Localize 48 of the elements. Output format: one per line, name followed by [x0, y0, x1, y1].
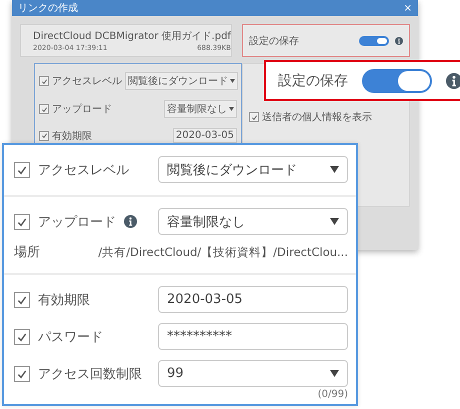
dialog-title: リンクの作成 [18, 2, 78, 15]
checkmark-icon [40, 132, 48, 139]
setting-label: アクセスレベル [52, 75, 122, 88]
checkbox[interactable] [249, 112, 259, 122]
setting-label: アクセスレベル [38, 162, 129, 178]
setting-label: アップロード [52, 102, 112, 116]
checkbox[interactable] [14, 328, 30, 344]
caret-icon [229, 107, 234, 111]
info-icon[interactable] [446, 72, 460, 88]
checkbox[interactable] [39, 104, 49, 114]
checkmark-icon [250, 114, 258, 120]
location-path: /共有/DirectCloud/【技術資料】/DirectClou... [98, 244, 348, 260]
setting-label: アクセス回数制限 [38, 366, 142, 382]
location-label: 場所 [14, 244, 40, 261]
file-name: DirectCloud DCBMigrator 使用ガイド.pdf [33, 30, 231, 43]
setting-label: アップロード [38, 214, 116, 230]
counter: (0/99) [318, 389, 348, 400]
checkmark-icon [40, 106, 48, 112]
save-settings-label: 設定の保存 [278, 72, 348, 90]
toggle-switch[interactable] [362, 68, 432, 92]
input-field[interactable]: 2020-03-05 [158, 286, 348, 313]
info-icon[interactable] [395, 36, 403, 44]
checkbox[interactable] [39, 130, 49, 140]
caret-icon [230, 79, 235, 83]
checkbox[interactable] [14, 162, 30, 178]
caret-icon [330, 218, 339, 225]
checkbox[interactable] [39, 76, 49, 86]
caret-icon [330, 370, 339, 377]
toggle-switch[interactable] [359, 36, 389, 46]
input-field[interactable]: 2020-03-05 [172, 128, 237, 143]
setting-label: パスワード [38, 328, 103, 346]
caret-icon [330, 166, 339, 173]
select-field[interactable]: 閲覧後にダウンロード [158, 156, 348, 183]
checkmark-icon [40, 78, 48, 84]
select-field[interactable]: 容量制限なし [164, 100, 237, 118]
select-field[interactable]: 容量制限なし [158, 208, 348, 235]
option-label: 送信者の個人情報を表示 [262, 110, 372, 124]
close-button[interactable]: × [404, 2, 412, 14]
checkbox[interactable] [14, 214, 30, 230]
info-icon[interactable] [124, 215, 137, 228]
select-field[interactable]: 99 [158, 360, 348, 387]
checkbox[interactable] [14, 366, 30, 382]
setting-label: 有効期限 [52, 130, 92, 142]
checkbox[interactable] [14, 292, 30, 308]
setting-label: 有効期限 [38, 292, 90, 308]
select-field[interactable]: 閲覧後にダウンロード [125, 72, 238, 90]
save-settings-label: 設定の保存 [249, 34, 299, 48]
input-field[interactable]: ********** [158, 323, 348, 350]
